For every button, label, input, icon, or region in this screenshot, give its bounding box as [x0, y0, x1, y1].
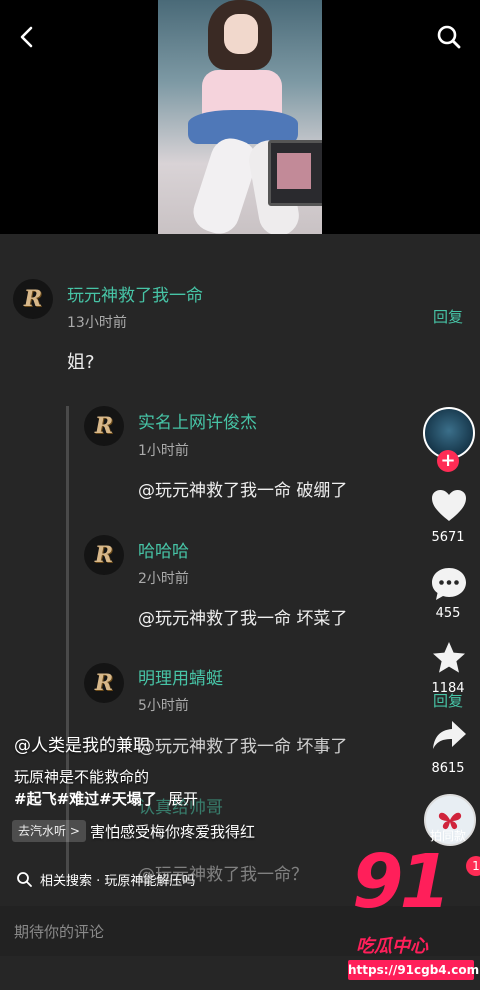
watermark-logo: 91 — [352, 839, 451, 925]
video-tags[interactable]: #起飞#难过#天塌了 — [14, 788, 157, 809]
video-thumbnail[interactable] — [158, 0, 322, 234]
avatar-letter: R — [23, 286, 43, 312]
avatar-letter: R — [94, 670, 114, 696]
back-arrow-icon[interactable] — [14, 24, 40, 50]
search-icon — [17, 872, 32, 887]
favorite-count: 1184 — [431, 681, 465, 696]
avatar-letter: R — [94, 542, 114, 568]
video-author[interactable]: @人类是我的兼职 — [14, 731, 150, 756]
reply-time: 2小时前 — [138, 571, 189, 587]
expand-button[interactable]: 展开 — [168, 788, 198, 809]
tablet — [268, 140, 322, 206]
reply-time: 5小时前 — [138, 698, 189, 714]
related-search-text: 相关搜索 · 玩原神能解压吗 — [40, 874, 196, 889]
avatar[interactable]: R — [84, 535, 124, 575]
comment-count: 455 — [435, 606, 461, 621]
figure-skirt — [188, 110, 298, 144]
reply-text: @玩元神救了我一命 破绷了 — [138, 481, 348, 501]
reply-username[interactable]: 明理用蜻蜓 — [138, 664, 223, 689]
avatar[interactable]: R — [84, 663, 124, 703]
comment-username[interactable]: 玩元神救了我一命 — [67, 281, 203, 306]
tablet-screen — [277, 153, 311, 189]
reply-text: @玩元神救了我一命 坏事了 — [138, 737, 348, 757]
avatar[interactable]: R — [84, 406, 124, 446]
reply-text: @玩元神救了我一命 坏菜了 — [138, 609, 348, 629]
heart-icon[interactable] — [430, 488, 468, 524]
video-description: 玩原神是不能救命的 — [14, 768, 150, 786]
music-tag[interactable]: 去汽水听 > — [12, 820, 86, 842]
video-area[interactable] — [0, 0, 480, 234]
share-icon[interactable] — [430, 718, 468, 754]
reply-username[interactable]: 哈哈哈 — [138, 537, 189, 562]
comment-icon[interactable] — [430, 566, 468, 602]
reply-button[interactable]: 回复 — [433, 306, 463, 327]
figure-face — [224, 14, 258, 54]
reply-username[interactable]: 实名上网许俊杰 — [138, 408, 257, 433]
figure-leg — [188, 133, 262, 234]
watermark-url: https://91cgb4.com — [348, 960, 479, 980]
comment-text: 姐? — [67, 352, 95, 373]
like-count: 5671 — [431, 530, 465, 545]
thread-line — [66, 406, 69, 886]
share-count: 8615 — [431, 761, 465, 776]
music-title[interactable]: 害怕感受梅你疼爱我得红 — [90, 821, 255, 842]
avatar-letter: R — [94, 413, 114, 439]
star-icon[interactable] — [430, 640, 468, 676]
comment-input[interactable]: 期待你的评论 — [14, 921, 104, 942]
comment-time: 13小时前 — [67, 315, 127, 331]
follow-button[interactable]: + — [437, 450, 459, 472]
reply-time: 1小时前 — [138, 443, 189, 459]
search-icon[interactable] — [436, 24, 462, 50]
watermark-subtitle: 吃瓜中心 — [356, 936, 428, 957]
notification-badge: 1 — [466, 856, 480, 876]
avatar[interactable]: R — [13, 279, 53, 319]
